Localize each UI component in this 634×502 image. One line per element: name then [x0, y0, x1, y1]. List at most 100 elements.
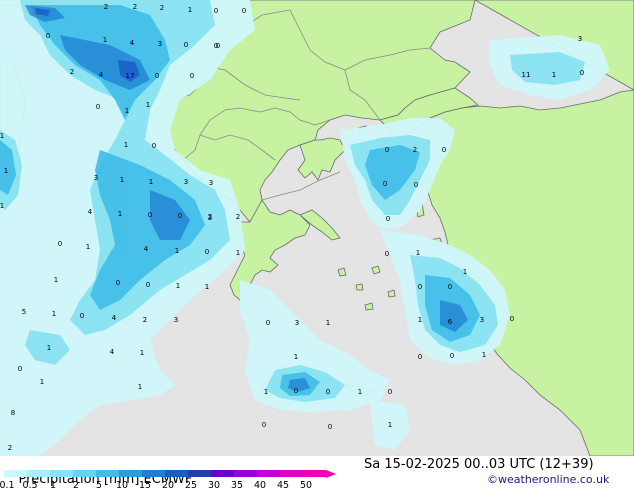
map-value-label: 1 [552, 71, 556, 79]
map-value-label: 1 [54, 276, 58, 284]
legend-swatch [4, 470, 27, 477]
map-value-label: 1 [40, 378, 44, 386]
map-value-label: 0 [155, 72, 159, 80]
legend-swatch [257, 470, 280, 477]
map-value-label: 0 [46, 32, 50, 40]
map-value-label: 1 [188, 6, 192, 14]
legend-swatch [188, 470, 211, 477]
map-value-label: 0 [96, 103, 100, 111]
credit-link[interactable]: ©weatheronline.co.uk [487, 473, 609, 486]
map-value-label: 0 [80, 312, 84, 320]
map-value-label: 2 [104, 3, 108, 11]
map-value-label: 0 [148, 211, 152, 219]
map-value-label: 0 [388, 388, 392, 396]
legend-swatch [211, 470, 234, 477]
legend-tick-label: 50 [299, 480, 313, 491]
legend-arrow [326, 470, 336, 478]
map-value-label: 1 [264, 388, 268, 396]
map-value-label: 1 [52, 310, 56, 318]
map-value-label: 1 [103, 36, 107, 44]
map-value-label: 1 [149, 178, 153, 186]
legend-swatch [27, 470, 50, 477]
map-value-label: 0 [262, 421, 266, 429]
legend-tick-label: 45 [276, 480, 290, 491]
map-value-label: 1 [358, 388, 362, 396]
map-value-label: 11 [522, 71, 531, 79]
map-value-label: 0 [190, 72, 194, 80]
legend-tick-label: 40 [253, 480, 267, 491]
map-value-label: 0 [152, 142, 156, 150]
map-value-label: 1 [205, 283, 209, 291]
legend-tick-label: 1 [49, 480, 57, 491]
map-value-label: 0 [242, 7, 246, 15]
legend-tick-label: 15 [138, 480, 152, 491]
map-canvas: 2 2 2 1 0 00 1 4 3 0 02 4 17 0 0111 03 1 1 3 31 0 042 20 1 4 1 0 11… [0, 0, 634, 456]
legend-tick-label: 0.1 [0, 480, 15, 491]
legend-swatch [142, 470, 165, 477]
map-value-label: 1 [146, 101, 150, 109]
legend-tick-label: 35 [230, 480, 244, 491]
map-value-label: 1 [86, 243, 90, 251]
map-value-label: 2 [143, 316, 147, 324]
map-value-label: 0 [18, 365, 22, 373]
map-value-label: 2 [413, 146, 417, 154]
map-value-label: 0 [418, 353, 422, 361]
map-value-label: 0 [383, 180, 387, 188]
map-value-label: 0 [385, 250, 389, 258]
legend-tick-label: 5 [95, 480, 103, 491]
map-value-label: 2 [70, 68, 74, 76]
map-value-label: 17 [126, 72, 135, 80]
map-value-label: 0 [385, 146, 389, 154]
map-value-label: 1 [482, 351, 486, 359]
map-value-label: 4 [88, 208, 93, 216]
map-value-label: 4 [112, 314, 117, 322]
map-value-label: 0 [205, 248, 209, 256]
map-value-label: 1 [326, 319, 330, 327]
map-value-label: 2 [133, 3, 137, 11]
map-value-label: 4 [110, 348, 115, 356]
map-value-label: 0 [184, 41, 188, 49]
map-value-label: 1 [118, 210, 122, 218]
map-value-label: 0 [116, 279, 120, 287]
legend-swatch [303, 470, 326, 477]
map-value-label: 1 [4, 167, 8, 175]
map-value-label: 1 [0, 132, 4, 140]
map-value-label: 0 [414, 181, 418, 189]
map-value-label: 1 [138, 383, 142, 391]
map-value-label: 1 [236, 249, 240, 257]
map-value-label: 1 [47, 344, 51, 352]
map-value-label: 6 [448, 318, 453, 326]
map-value-label: 1 [125, 107, 129, 115]
map-value-label: 8 [11, 409, 15, 417]
map-value-label: 1 [120, 176, 124, 184]
legend-swatch [50, 470, 73, 477]
map-value-label: 0 [510, 315, 514, 323]
map-value-label: 4 [99, 71, 104, 79]
map-value-label: 0 [448, 283, 452, 291]
map-value-label: 0 [328, 423, 332, 431]
map-value-label: 0 [442, 146, 446, 154]
legend-swatch [280, 470, 303, 477]
legend-swatch [119, 470, 142, 477]
legend-tick-label: 25 [184, 480, 198, 491]
legend-tick-label: 20 [161, 480, 175, 491]
legend-swatch [234, 470, 257, 477]
map-value-label: 2 [236, 213, 240, 221]
map-value-label: 0 [294, 387, 298, 395]
legend-tick-label: 30 [207, 480, 221, 491]
precipitation-map[interactable]: 2 2 2 1 0 0 0 1 4 3 0 0 2 4 17 0 0 1 1 1 0 3 1 1 3 3 1 0 0 4 2 2 0 1 4 1 0 1 1… [0, 0, 634, 456]
map-value-label: 0 [386, 215, 390, 223]
legend-swatch [165, 470, 188, 477]
map-value-label: 2 [8, 444, 12, 452]
map-value-label: 3 [94, 174, 98, 182]
map-value-label: 3 [158, 40, 162, 48]
map-value-label: 1 [124, 141, 128, 149]
map-value-label: 3 [209, 179, 213, 187]
map-value-label: 0 [326, 388, 330, 396]
map-value-label: 4 [144, 245, 149, 253]
map-value-label: 1 [0, 202, 4, 210]
map-value-label: 3 [208, 214, 212, 222]
footer-legend: Precipitation [mm] ECMWF Sa 15-02-2025 0… [0, 456, 634, 491]
map-value-label: 0 [580, 69, 584, 77]
map-value-label: 1 [463, 268, 467, 276]
